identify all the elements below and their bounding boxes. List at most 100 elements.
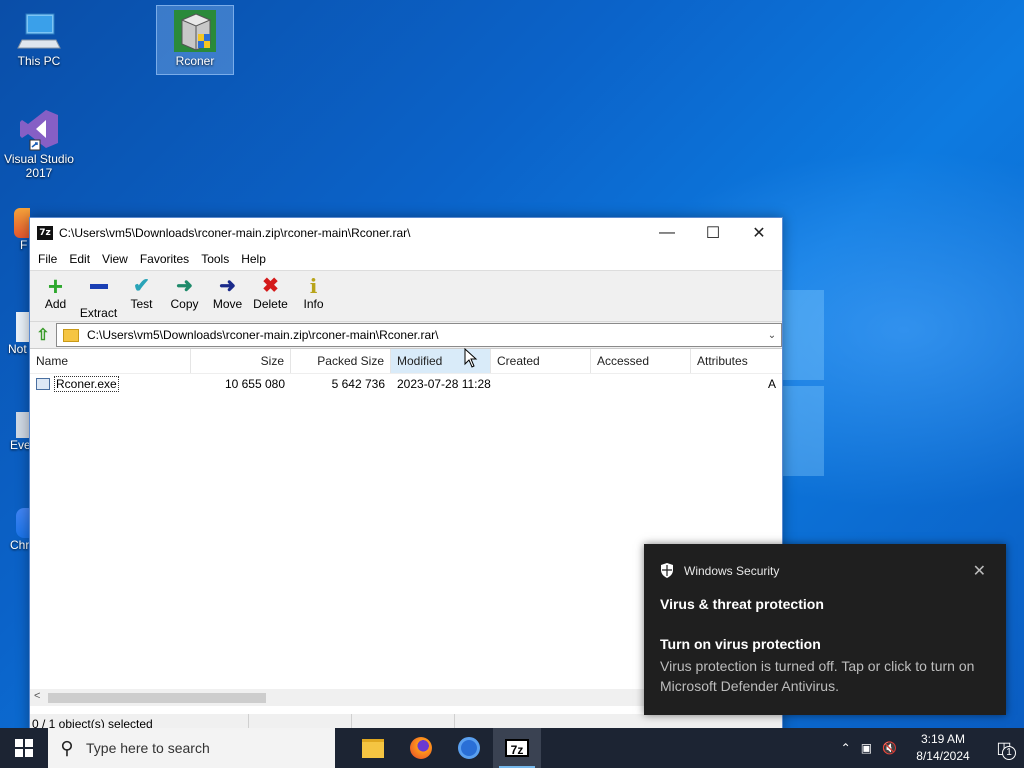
row-size: 10 655 080 xyxy=(224,377,285,391)
search-box[interactable]: ⚲ Type here to search xyxy=(48,728,335,768)
file-name: Rconer.exe xyxy=(54,376,119,392)
column-header: Name Size Packed Size Modified Created A… xyxy=(30,349,782,374)
toast-app-name: Windows Security xyxy=(684,563,780,578)
desktop-icon-this-pc[interactable]: This PC xyxy=(1,8,77,68)
toast-subtitle: Turn on virus protection xyxy=(660,636,821,652)
up-folder-button[interactable]: ⇧ xyxy=(30,323,56,347)
toolbar-label: Extract xyxy=(79,306,118,320)
chevron-down-icon[interactable]: ⌄ xyxy=(763,330,781,341)
title-bar[interactable]: 7z C:\Users\vm5\Downloads\rconer-main.zi… xyxy=(30,218,782,248)
desktop-icon-visual-studio[interactable]: Visual Studio 2017 xyxy=(1,106,77,180)
menu-tools[interactable]: Tools xyxy=(195,252,235,266)
row-name: Rconer.exe xyxy=(30,376,191,392)
toolbar-label: Move xyxy=(212,297,243,311)
plus-icon: + xyxy=(47,271,64,301)
delete-button[interactable]: ✖ Delete xyxy=(249,271,292,311)
minimize-button[interactable]: — xyxy=(644,218,690,248)
taskbar: ⚲ Type here to search 7z ⌃ ▣ 🔇 3:19 AM 8… xyxy=(0,728,1024,768)
row-packed-size: 5 642 736 xyxy=(331,377,385,391)
copy-arrow-icon: ➜ xyxy=(176,275,193,297)
taskbar-7zip[interactable]: 7z xyxy=(493,728,541,768)
maximize-button[interactable]: ☐ xyxy=(690,218,736,248)
move-arrow-icon: ➜ xyxy=(219,275,236,297)
menu-bar: File Edit View Favorites Tools Help xyxy=(30,248,782,271)
firefox-icon xyxy=(14,208,30,238)
toolbar-label: Add xyxy=(44,297,67,311)
toast-title: Virus & threat protection xyxy=(660,596,824,612)
exe-file-icon xyxy=(36,378,50,390)
desktop-icon-label: Rconer xyxy=(175,54,215,68)
network-icon[interactable]: ▣ xyxy=(856,741,877,755)
notifications-button[interactable]: ◫ 1 xyxy=(984,728,1024,768)
col-size[interactable]: Size xyxy=(191,349,291,373)
desktop-icon-label: This PC xyxy=(17,54,61,68)
visual-studio-icon xyxy=(16,106,62,152)
search-placeholder: Type here to search xyxy=(86,740,210,756)
desktop-icon-rconer[interactable]: Rconer xyxy=(156,5,234,75)
search-icon: ⚲ xyxy=(60,737,74,758)
col-created[interactable]: Created xyxy=(491,349,591,373)
installer-box-icon xyxy=(172,8,218,54)
test-button[interactable]: ✔ Test xyxy=(120,271,163,311)
info-button[interactable]: i Info xyxy=(292,271,335,311)
extract-button[interactable]: Extract xyxy=(77,271,120,320)
row-modified: 2023-07-28 11:28 xyxy=(397,377,491,391)
menu-view[interactable]: View xyxy=(96,252,134,266)
menu-favorites[interactable]: Favorites xyxy=(134,252,195,266)
address-path: C:\Users\vm5\Downloads\rconer-main.zip\r… xyxy=(87,328,439,342)
menu-file[interactable]: File xyxy=(32,252,63,266)
info-icon: i xyxy=(309,274,318,298)
window-title: C:\Users\vm5\Downloads\rconer-main.zip\r… xyxy=(59,226,411,240)
security-toast[interactable]: Windows Security ✕ Virus & threat protec… xyxy=(644,544,1006,715)
7zip-app-icon: 7z xyxy=(37,226,53,240)
folder-icon xyxy=(362,738,384,758)
toolbar-label: Info xyxy=(303,297,324,311)
clock[interactable]: 3:19 AM 8/14/2024 xyxy=(908,731,978,765)
clock-date: 8/14/2024 xyxy=(916,749,970,763)
computer-icon xyxy=(16,8,62,54)
toolbar-label: Delete xyxy=(253,297,288,311)
windows-logo-wallpaper xyxy=(780,290,824,480)
toolbar-label: Copy xyxy=(170,297,199,311)
table-row[interactable]: Rconer.exe 10 655 080 5 642 736 2023-07-… xyxy=(30,374,782,394)
chrome-icon xyxy=(458,737,480,759)
toast-header: Windows Security xyxy=(660,563,779,578)
notification-badge: 1 xyxy=(1002,746,1016,760)
menu-help[interactable]: Help xyxy=(235,252,272,266)
close-button[interactable]: ✕ xyxy=(736,218,782,248)
taskbar-chrome[interactable] xyxy=(445,728,493,768)
7zip-icon: 7z xyxy=(505,739,529,757)
address-bar: ⇧ C:\Users\vm5\Downloads\rconer-main.zip… xyxy=(30,322,782,349)
chevron-up-icon[interactable]: ⌃ xyxy=(836,741,856,755)
address-field[interactable]: C:\Users\vm5\Downloads\rconer-main.zip\r… xyxy=(56,323,782,347)
move-button[interactable]: ➜ Move xyxy=(206,271,249,311)
col-attributes[interactable]: Attributes xyxy=(691,349,782,373)
folder-icon xyxy=(63,328,79,342)
toast-body: Virus protection is turned off. Tap or c… xyxy=(660,658,975,694)
toast-close-icon[interactable]: ✕ xyxy=(973,561,986,581)
start-button[interactable] xyxy=(0,728,48,768)
windows-logo-icon xyxy=(15,739,33,757)
add-button[interactable]: + Add xyxy=(34,271,77,311)
scroll-left-icon[interactable]: < xyxy=(34,690,40,702)
copy-button[interactable]: ➜ Copy xyxy=(163,271,206,311)
taskbar-file-explorer[interactable] xyxy=(349,728,397,768)
taskbar-firefox[interactable] xyxy=(397,728,445,768)
toolbar-label: Test xyxy=(130,297,153,311)
firefox-icon xyxy=(410,737,432,759)
check-icon: ✔ xyxy=(133,275,150,297)
desktop-icon-label: Visual Studio 2017 xyxy=(4,152,74,180)
desktop-icon-partial-1[interactable]: F xyxy=(14,208,30,252)
mouse-cursor-icon xyxy=(464,348,478,368)
minus-icon xyxy=(77,284,120,306)
col-accessed[interactable]: Accessed xyxy=(591,349,691,373)
row-attributes: A xyxy=(767,377,776,391)
menu-edit[interactable]: Edit xyxy=(63,252,96,266)
system-tray: ⌃ ▣ 🔇 3:19 AM 8/14/2024 ◫ 1 xyxy=(836,728,1024,768)
volume-muted-icon[interactable]: 🔇 xyxy=(877,741,902,755)
clock-time: 3:19 AM xyxy=(920,732,966,746)
col-name[interactable]: Name xyxy=(30,349,191,373)
scrollbar-thumb[interactable] xyxy=(48,693,266,703)
x-icon: ✖ xyxy=(262,275,279,297)
col-packed-size[interactable]: Packed Size xyxy=(291,349,391,373)
